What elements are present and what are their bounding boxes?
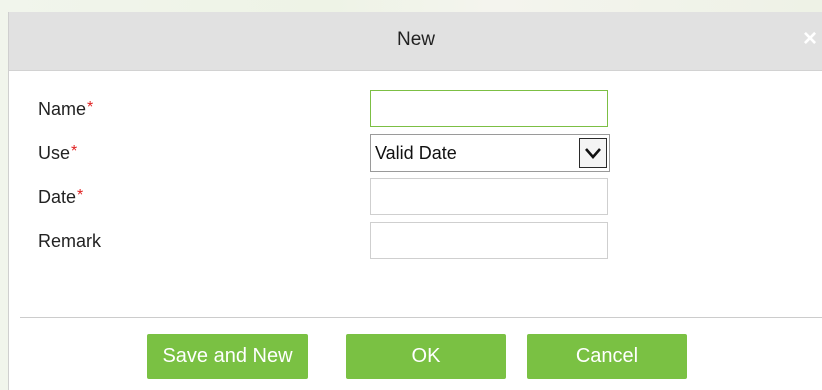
name-label-text: Name <box>38 99 87 119</box>
date-label-text: Date <box>38 187 77 207</box>
dialog-title: New <box>396 29 435 50</box>
name-required-mark: * <box>87 99 94 116</box>
new-dialog: New × Name* Use* Valid Date Date* Remark… <box>8 12 822 390</box>
use-required-mark: * <box>71 143 78 160</box>
remark-input[interactable] <box>370 222 608 259</box>
use-select[interactable]: Valid Date <box>370 134 610 172</box>
date-label: Date* <box>38 187 83 208</box>
date-input[interactable] <box>370 178 608 215</box>
close-icon[interactable]: × <box>799 25 821 53</box>
use-label-text: Use <box>38 143 71 163</box>
use-label: Use* <box>38 143 77 164</box>
name-label: Name* <box>38 99 93 120</box>
footer-divider <box>20 317 822 318</box>
remark-label-text: Remark <box>38 231 102 251</box>
remark-label: Remark <box>38 231 101 252</box>
date-required-mark: * <box>77 187 84 204</box>
name-input[interactable] <box>370 90 608 127</box>
use-select-value: Valid Date <box>375 143 457 163</box>
chevron-down-icon[interactable] <box>579 138 607 168</box>
cancel-button[interactable]: Cancel <box>527 334 687 379</box>
dialog-titlebar: New × <box>9 12 822 71</box>
ok-button[interactable]: OK <box>346 334 506 379</box>
save-and-new-button[interactable]: Save and New <box>147 334 308 379</box>
